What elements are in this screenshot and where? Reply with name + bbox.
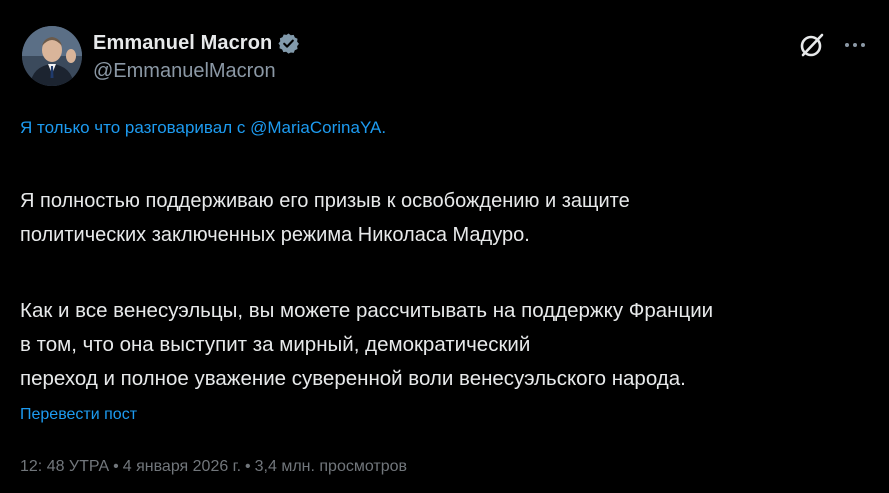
tweet-time[interactable]: 12: 48 УТРА (20, 458, 109, 475)
tweet-paragraph-2: Как и все венесуэльцы, вы можете рассчит… (20, 294, 867, 396)
view-count[interactable]: 3,4 млн. просмотров (255, 458, 407, 475)
author-block: Emmanuel Macron @EmmanuelMacron (93, 28, 300, 83)
name-row: Emmanuel Macron (93, 28, 300, 58)
display-name[interactable]: Emmanuel Macron (93, 32, 272, 55)
more-horizontal-icon[interactable] (843, 30, 867, 60)
tweet-text-line: в том, что она выступит за мирный, демок… (20, 333, 531, 356)
tweet-date[interactable]: 4 января 2026 г. (123, 458, 241, 475)
mention-suffix: . (381, 118, 387, 137)
mention-prefix: Я только что разговаривал с (20, 118, 251, 137)
avatar[interactable] (22, 26, 82, 86)
verified-badge-icon (277, 32, 300, 55)
mention-link[interactable]: @MariaCorinaYA (250, 118, 381, 137)
tweet-text-line: переход и полное уважение суверенной вол… (20, 367, 686, 390)
tweet-text-line: Как и все венесуэльцы, вы можете рассчит… (20, 299, 714, 322)
handle[interactable]: @EmmanuelMacron (93, 60, 300, 83)
grok-icon[interactable] (797, 30, 827, 60)
tweet-text-line: политических заключенных режима Николаса… (20, 224, 530, 246)
tweet-meta: 12: 48 УТРА • 4 января 2026 г. • 3,4 млн. пр… (20, 458, 407, 476)
mention-line: Я только что разговаривал с @MariaCorina… (20, 118, 386, 138)
translate-post-link[interactable]: Перевести пост (20, 406, 137, 424)
tweet-header: Emmanuel Macron @EmmanuelMacron (22, 26, 867, 90)
tweet-paragraph-1: Я полностью поддерживаю его призыв к осв… (20, 184, 867, 252)
meta-separator: • (113, 458, 119, 475)
meta-separator: • (245, 458, 251, 475)
tweet-text-line: Я полностью поддерживаю его призыв к осв… (20, 190, 630, 212)
